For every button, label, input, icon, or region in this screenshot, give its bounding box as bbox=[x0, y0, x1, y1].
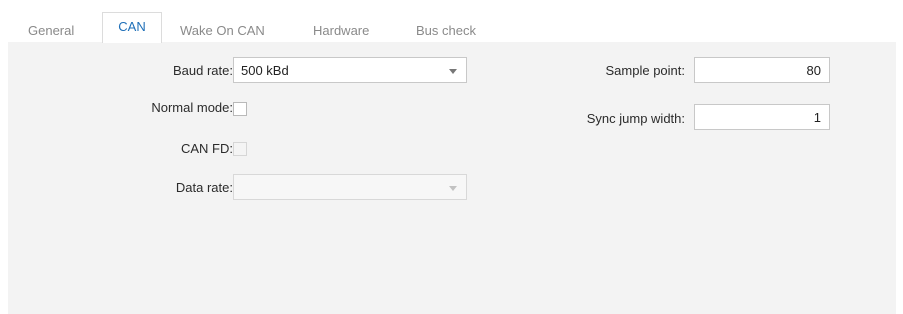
normal-mode-label: Normal mode: bbox=[151, 100, 233, 115]
tab-general[interactable]: General bbox=[28, 20, 74, 42]
sync-jump-width-value: 1 bbox=[813, 110, 821, 125]
tab-wake-on-can[interactable]: Wake On CAN bbox=[180, 20, 265, 42]
tab-hardware[interactable]: Hardware bbox=[313, 20, 369, 42]
can-fd-checkbox[interactable] bbox=[233, 142, 247, 156]
chevron-down-icon bbox=[449, 69, 457, 74]
tab-bus-check[interactable]: Bus check bbox=[416, 20, 476, 42]
sample-point-value: 80 bbox=[806, 63, 821, 78]
sync-jump-width-label: Sync jump width: bbox=[586, 111, 685, 126]
sample-point-label: Sample point: bbox=[605, 63, 686, 78]
can-settings-panel: Baud rate: 500 kBd Normal mode: CAN FD: … bbox=[8, 42, 896, 314]
tab-can[interactable]: CAN bbox=[102, 12, 162, 43]
sync-jump-width-input[interactable]: 1 bbox=[694, 104, 830, 130]
baud-rate-dropdown[interactable]: 500 kBd bbox=[233, 57, 467, 83]
tab-bar: General CAN Wake On CAN Hardware Bus che… bbox=[8, 10, 896, 43]
baud-rate-value: 500 kBd bbox=[241, 63, 289, 78]
baud-rate-label: Baud rate: bbox=[173, 63, 233, 78]
can-fd-label: CAN FD: bbox=[181, 141, 233, 156]
data-rate-label: Data rate: bbox=[175, 180, 233, 195]
normal-mode-checkbox[interactable] bbox=[233, 102, 247, 116]
data-rate-dropdown[interactable] bbox=[233, 174, 467, 200]
sample-point-input[interactable]: 80 bbox=[694, 57, 830, 83]
chevron-down-icon bbox=[449, 186, 457, 191]
